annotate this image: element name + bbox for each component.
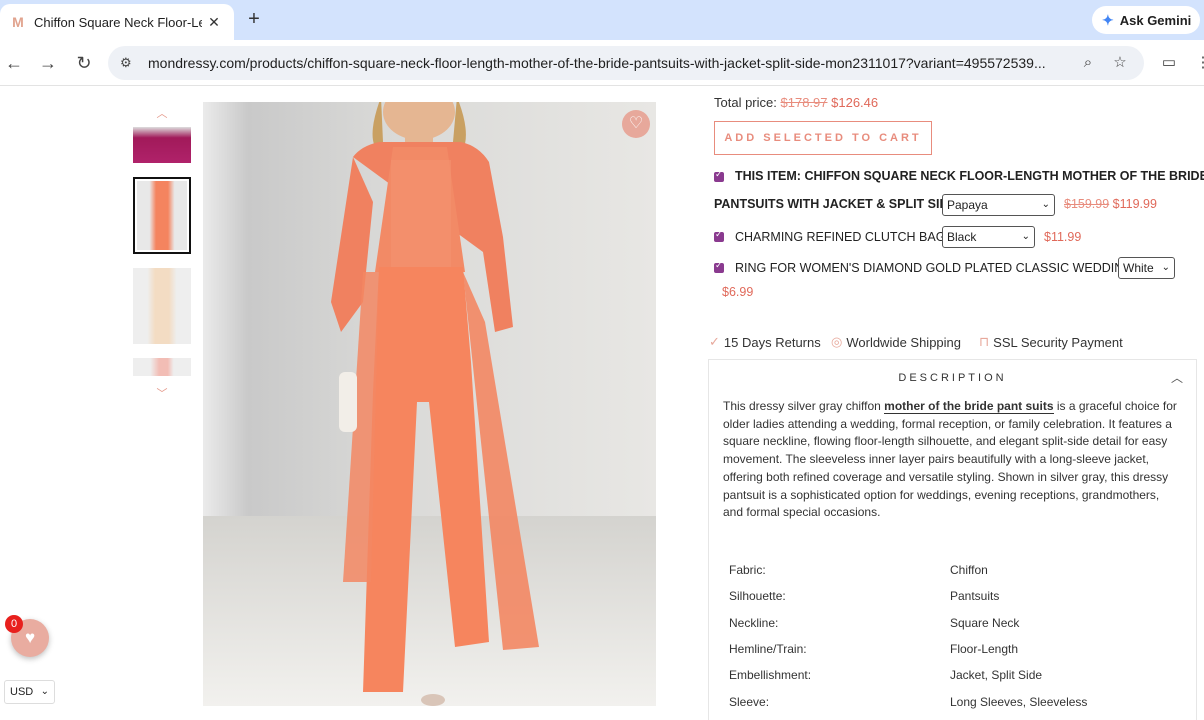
bundle-item-checkbox[interactable]	[714, 169, 724, 182]
gemini-sparkle-icon: ✦	[1102, 11, 1114, 28]
model-figure	[331, 102, 539, 706]
back-arrow-icon[interactable]: ←	[2, 52, 26, 74]
spec-value: Floor-Length	[950, 642, 1019, 656]
bundle-item-checkbox[interactable]	[714, 260, 724, 273]
product-page: ︿ ﹀ ♡ Total price: $178.97 $126.46 ADD S…	[0, 87, 1204, 720]
shipping-label: Worldwide Shipping	[846, 334, 962, 350]
thumbnail-item-selected[interactable]	[133, 177, 191, 254]
this-item-prefix: THIS ITEM:	[735, 169, 801, 183]
color-select-value: Papaya	[947, 198, 988, 212]
site-settings-icon[interactable]: ⚙	[120, 55, 138, 71]
spec-key: Hemline/Train:	[729, 642, 807, 656]
tab-strip: M Chiffon Square Neck Floor-Leng ✕ + ✦ A…	[0, 0, 1204, 40]
globe-icon: ◎	[831, 334, 843, 349]
extensions-icon[interactable]: ⋮	[1192, 52, 1204, 74]
bundle-item-original-price: $159.99	[1064, 197, 1110, 211]
color-select-value: White	[1123, 261, 1154, 275]
currency-value: USD	[10, 686, 34, 698]
thumbnail-item[interactable]	[133, 127, 191, 163]
bundle-item-title-line2: PANTSUITS WITH JACKET & SPLIT SIDE	[714, 197, 957, 211]
thumbnail-image	[133, 358, 191, 376]
total-sale-price: $126.46	[831, 95, 879, 110]
close-tab-icon[interactable]: ✕	[204, 14, 224, 31]
ask-gemini-button[interactable]: ✦ Ask Gemini	[1092, 6, 1200, 34]
bundle-item-name: RING FOR WOMEN'S DIAMOND GOLD PLATED CLA…	[735, 261, 1134, 275]
color-select-value: Black	[947, 230, 977, 244]
description-panel: DESCRIPTION ︿ This dressy silver gray ch…	[708, 359, 1197, 720]
description-accordion-header[interactable]: DESCRIPTION ︿	[709, 360, 1196, 396]
returns-check-icon: ✓	[709, 334, 720, 349]
spec-value: Long Sleeves, Sleeveless	[950, 695, 1088, 709]
omnibox[interactable]: ⚙ mondressy.com/products/chiffon-square-…	[108, 46, 1144, 80]
currency-selector[interactable]: USD ⌄	[4, 680, 55, 704]
bundle-item-title-line1: THIS ITEM: CHIFFON SQUARE NECK FLOOR-LEN…	[735, 169, 1204, 183]
add-selected-to-cart-button[interactable]: ADD SELECTED TO CART	[714, 121, 932, 155]
thumbnail-item[interactable]	[133, 268, 191, 344]
thumb-down-chevron-icon[interactable]: ﹀	[133, 385, 191, 401]
address-bar-row: ← → ↻ ⚙ mondressy.com/products/chiffon-s…	[0, 40, 1204, 86]
bundle-item-name: CHARMING REFINED CLUTCH BAGS	[735, 230, 954, 244]
tab-title: Chiffon Square Neck Floor-Leng	[34, 14, 202, 30]
total-price: Total price: $178.97 $126.46	[714, 95, 878, 110]
spec-key: Silhouette:	[729, 589, 786, 603]
total-price-label: Total price:	[714, 95, 777, 110]
thumbnail-image	[137, 181, 187, 250]
shipping-badge: ◎ Worldwide Shipping	[831, 334, 961, 350]
zoom-search-icon[interactable]: ⌕	[1078, 53, 1098, 73]
description-heading: DESCRIPTION	[898, 372, 1007, 384]
ssl-badge: ⊓ SSL Security Payment	[979, 334, 1123, 350]
reload-icon[interactable]: ↻	[72, 52, 96, 74]
bundle-item-price: $159.99 $119.99	[1064, 197, 1157, 211]
url-text[interactable]: mondressy.com/products/chiffon-square-ne…	[148, 55, 1068, 71]
description-text-start: This dressy silver gray chiffon	[723, 399, 885, 413]
returns-label: 15 Days Returns	[723, 334, 821, 350]
thumbnail-image	[133, 268, 191, 344]
lock-icon: ⊓	[979, 334, 990, 349]
chevron-up-icon[interactable]: ︿	[1171, 360, 1186, 396]
new-tab-button[interactable]: +	[243, 9, 265, 31]
thumb-up-chevron-icon[interactable]: ︿	[133, 105, 191, 121]
cast-icon[interactable]: ▭	[1158, 52, 1180, 74]
site-favicon-icon: M	[12, 14, 24, 30]
ssl-label: SSL Security Payment	[993, 334, 1123, 350]
spec-value: Pantsuits	[950, 589, 1000, 603]
ask-gemini-label: Ask Gemini	[1119, 12, 1192, 28]
thumbnail-strip: ︿ ﹀	[133, 87, 193, 407]
mother-of-bride-link[interactable]: mother of the bride pant suits	[884, 399, 1054, 414]
description-text-end: is a graceful choice for older ladies at…	[723, 399, 1177, 520]
chevron-down-icon: ⌄	[1041, 199, 1050, 210]
description-text: This dressy silver gray chiffon mother o…	[723, 398, 1179, 522]
thumbnail-image	[133, 127, 191, 163]
bundle-item-name: CHIFFON SQUARE NECK FLOOR-LENGTH MOTHER …	[804, 169, 1204, 183]
color-select[interactable]: Black ⌄	[942, 226, 1035, 248]
browser-tab[interactable]: M Chiffon Square Neck Floor-Leng ✕	[0, 4, 234, 40]
color-select[interactable]: Papaya ⌄	[942, 194, 1055, 216]
chevron-down-icon: ⌄	[40, 686, 49, 697]
main-product-image[interactable]: ♡	[203, 102, 656, 706]
spec-key: Neckline:	[729, 616, 779, 630]
bundle-item-sale-price: $6.99	[722, 285, 754, 299]
spec-key: Fabric:	[729, 563, 766, 577]
returns-badge: ✓ 15 Days Returns	[709, 334, 821, 350]
spec-key: Sleeve:	[729, 695, 770, 709]
wishlist-count-badge: 0	[5, 615, 23, 633]
total-original-price: $178.97	[780, 95, 828, 110]
spec-value: Chiffon	[950, 563, 988, 577]
add-to-wishlist-heart-icon[interactable]: ♡	[622, 110, 650, 138]
color-select[interactable]: White ⌄	[1118, 257, 1175, 279]
thumbnail-item[interactable]	[133, 358, 191, 376]
chevron-down-icon: ⌄	[1021, 231, 1030, 242]
bundle-item-checkbox[interactable]	[714, 229, 724, 242]
bundle-item-sale-price: $119.99	[1112, 197, 1157, 211]
bookmark-star-icon[interactable]: ☆	[1110, 53, 1130, 73]
spec-value: Jacket, Split Side	[950, 668, 1043, 682]
chevron-down-icon: ⌄	[1161, 262, 1170, 273]
forward-arrow-icon[interactable]: →	[36, 52, 60, 74]
spec-value: Square Neck	[950, 616, 1020, 630]
spec-key: Embellishment:	[729, 668, 812, 682]
bundle-item-sale-price: $11.99	[1044, 230, 1082, 244]
